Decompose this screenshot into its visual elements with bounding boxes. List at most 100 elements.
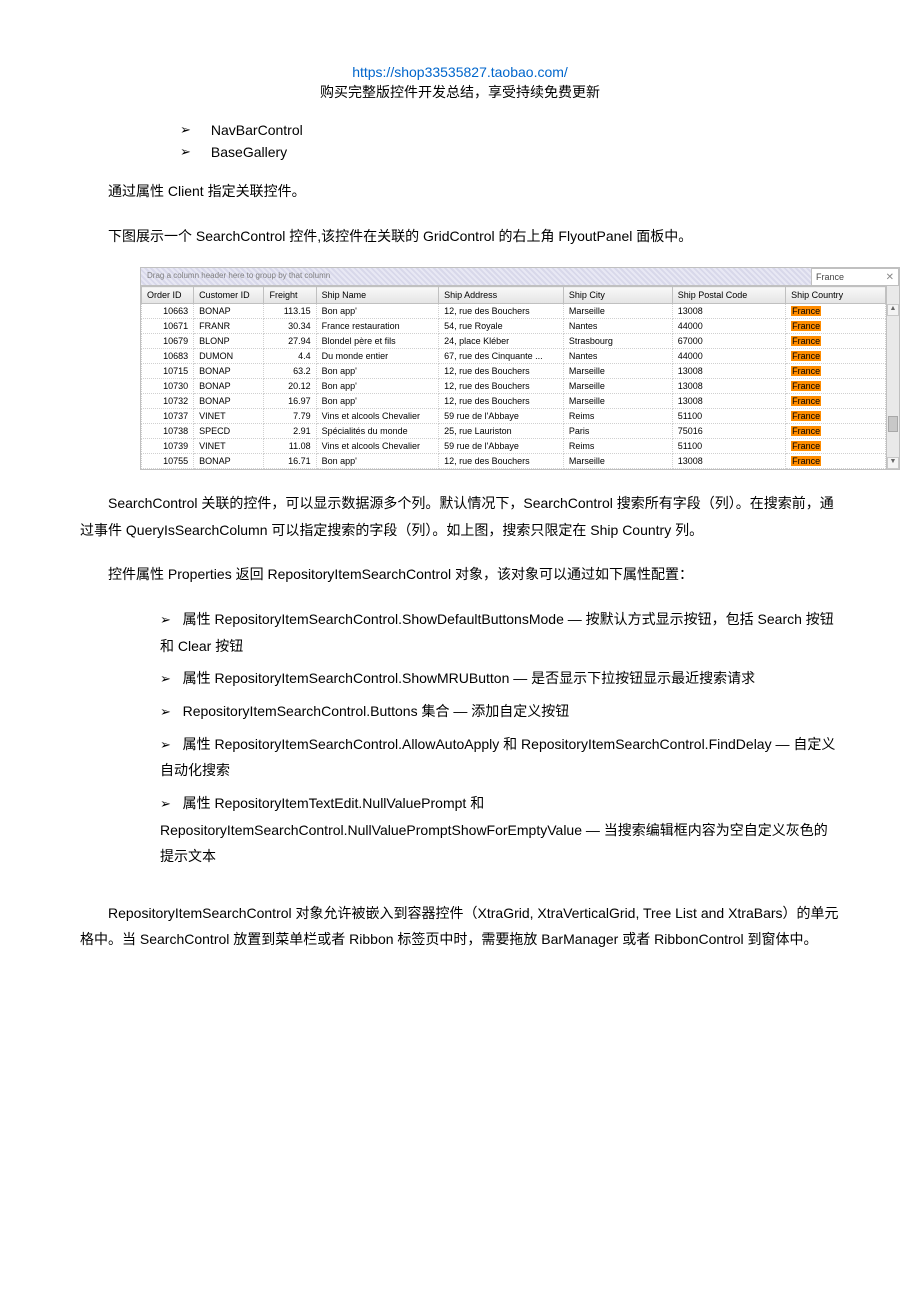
table-cell[interactable]: France	[786, 454, 886, 469]
table-cell[interactable]: France	[786, 349, 886, 364]
table-cell[interactable]: 10663	[142, 304, 194, 319]
table-row[interactable]: 10737VINET7.79Vins et alcools Chevalier5…	[142, 409, 886, 424]
col-ship-postal[interactable]: Ship Postal Code	[672, 287, 785, 304]
table-cell[interactable]: Nantes	[563, 319, 672, 334]
table-cell[interactable]: France	[786, 379, 886, 394]
table-cell[interactable]: Vins et alcools Chevalier	[316, 409, 438, 424]
table-cell[interactable]: 10738	[142, 424, 194, 439]
table-cell[interactable]: 13008	[672, 394, 785, 409]
table-row[interactable]: 10738SPECD2.91Spécialités du monde25, ru…	[142, 424, 886, 439]
table-cell[interactable]: BLONP	[194, 334, 264, 349]
table-cell[interactable]: Bon app'	[316, 394, 438, 409]
table-cell[interactable]: 10739	[142, 439, 194, 454]
table-cell[interactable]: 25, rue Lauriston	[439, 424, 564, 439]
table-cell[interactable]: 12, rue des Bouchers	[439, 304, 564, 319]
table-row[interactable]: 10730BONAP20.12Bon app'12, rue des Bouch…	[142, 379, 886, 394]
table-cell[interactable]: BONAP	[194, 304, 264, 319]
table-cell[interactable]: VINET	[194, 409, 264, 424]
table-cell[interactable]: Marseille	[563, 304, 672, 319]
table-cell[interactable]: Blondel père et fils	[316, 334, 438, 349]
table-cell[interactable]: BONAP	[194, 364, 264, 379]
table-cell[interactable]: Reims	[563, 439, 672, 454]
table-cell[interactable]: 10679	[142, 334, 194, 349]
table-cell[interactable]: 63.2	[264, 364, 316, 379]
table-cell[interactable]: VINET	[194, 439, 264, 454]
group-panel[interactable]: Drag a column header here to group by th…	[141, 268, 811, 286]
table-cell[interactable]: 113.15	[264, 304, 316, 319]
col-ship-city[interactable]: Ship City	[563, 287, 672, 304]
table-cell[interactable]: 59 rue de l'Abbaye	[439, 439, 564, 454]
table-cell[interactable]: 16.97	[264, 394, 316, 409]
table-cell[interactable]: Spécialités du monde	[316, 424, 438, 439]
table-cell[interactable]: 10683	[142, 349, 194, 364]
table-cell[interactable]: 12, rue des Bouchers	[439, 364, 564, 379]
table-cell[interactable]: 27.94	[264, 334, 316, 349]
table-cell[interactable]: 24, place Kléber	[439, 334, 564, 349]
table-cell[interactable]: Nantes	[563, 349, 672, 364]
table-cell[interactable]: 54, rue Royale	[439, 319, 564, 334]
table-cell[interactable]: 13008	[672, 304, 785, 319]
scroll-up-icon[interactable]: ▲	[887, 304, 899, 316]
table-cell[interactable]: 44000	[672, 349, 785, 364]
vertical-scrollbar[interactable]: ▲ ▼	[886, 286, 899, 469]
table-cell[interactable]: Bon app'	[316, 379, 438, 394]
table-row[interactable]: 10663BONAP113.15Bon app'12, rue des Bouc…	[142, 304, 886, 319]
col-ship-country[interactable]: Ship Country	[786, 287, 886, 304]
table-cell[interactable]: SPECD	[194, 424, 264, 439]
table-cell[interactable]: France	[786, 424, 886, 439]
table-cell[interactable]: 67000	[672, 334, 785, 349]
col-ship-address[interactable]: Ship Address	[439, 287, 564, 304]
table-cell[interactable]: 51100	[672, 409, 785, 424]
table-cell[interactable]: France	[786, 364, 886, 379]
table-cell[interactable]: France	[786, 394, 886, 409]
table-cell[interactable]: 11.08	[264, 439, 316, 454]
table-cell[interactable]: 16.71	[264, 454, 316, 469]
table-cell[interactable]: BONAP	[194, 394, 264, 409]
table-cell[interactable]: 75016	[672, 424, 785, 439]
table-cell[interactable]: Marseille	[563, 394, 672, 409]
table-row[interactable]: 10739VINET11.08Vins et alcools Chevalier…	[142, 439, 886, 454]
table-cell[interactable]: 12, rue des Bouchers	[439, 394, 564, 409]
table-cell[interactable]: BONAP	[194, 454, 264, 469]
table-cell[interactable]: France restauration	[316, 319, 438, 334]
col-ship-name[interactable]: Ship Name	[316, 287, 438, 304]
table-row[interactable]: 10755BONAP16.71Bon app'12, rue des Bouch…	[142, 454, 886, 469]
table-cell[interactable]: 10671	[142, 319, 194, 334]
table-cell[interactable]: Vins et alcools Chevalier	[316, 439, 438, 454]
table-cell[interactable]: 67, rue des Cinquante ...	[439, 349, 564, 364]
grid-control[interactable]: Drag a column header here to group by th…	[140, 267, 900, 470]
table-cell[interactable]: 2.91	[264, 424, 316, 439]
table-cell[interactable]: 13008	[672, 379, 785, 394]
header-url[interactable]: https://shop33535827.taobao.com/	[80, 64, 840, 80]
table-row[interactable]: 10679BLONP27.94Blondel père et fils24, p…	[142, 334, 886, 349]
table-row[interactable]: 10683DUMON4.4Du monde entier67, rue des …	[142, 349, 886, 364]
search-control[interactable]: France ✕	[811, 268, 899, 286]
table-row[interactable]: 10671FRANR30.34France restauration54, ru…	[142, 319, 886, 334]
table-cell[interactable]: 10737	[142, 409, 194, 424]
table-cell[interactable]: 44000	[672, 319, 785, 334]
search-value[interactable]: France	[816, 272, 844, 282]
table-cell[interactable]: Strasbourg	[563, 334, 672, 349]
col-freight[interactable]: Freight	[264, 287, 316, 304]
table-cell[interactable]: Bon app'	[316, 454, 438, 469]
table-cell[interactable]: 13008	[672, 364, 785, 379]
table-cell[interactable]: 7.79	[264, 409, 316, 424]
table-cell[interactable]: 10715	[142, 364, 194, 379]
table-cell[interactable]: France	[786, 439, 886, 454]
table-cell[interactable]: 12, rue des Bouchers	[439, 379, 564, 394]
table-cell[interactable]: 10730	[142, 379, 194, 394]
table-cell[interactable]: 4.4	[264, 349, 316, 364]
table-cell[interactable]: Marseille	[563, 379, 672, 394]
col-order-id[interactable]: Order ID	[142, 287, 194, 304]
table-cell[interactable]: 20.12	[264, 379, 316, 394]
table-row[interactable]: 10715BONAP63.2Bon app'12, rue des Bouche…	[142, 364, 886, 379]
table-cell[interactable]: DUMON	[194, 349, 264, 364]
table-cell[interactable]: 13008	[672, 454, 785, 469]
table-cell[interactable]: Bon app'	[316, 364, 438, 379]
table-cell[interactable]: France	[786, 334, 886, 349]
scroll-down-icon[interactable]: ▼	[887, 457, 899, 469]
col-customer-id[interactable]: Customer ID	[194, 287, 264, 304]
table-row[interactable]: 10732BONAP16.97Bon app'12, rue des Bouch…	[142, 394, 886, 409]
table-cell[interactable]: Bon app'	[316, 304, 438, 319]
table-cell[interactable]: 59 rue de l'Abbaye	[439, 409, 564, 424]
